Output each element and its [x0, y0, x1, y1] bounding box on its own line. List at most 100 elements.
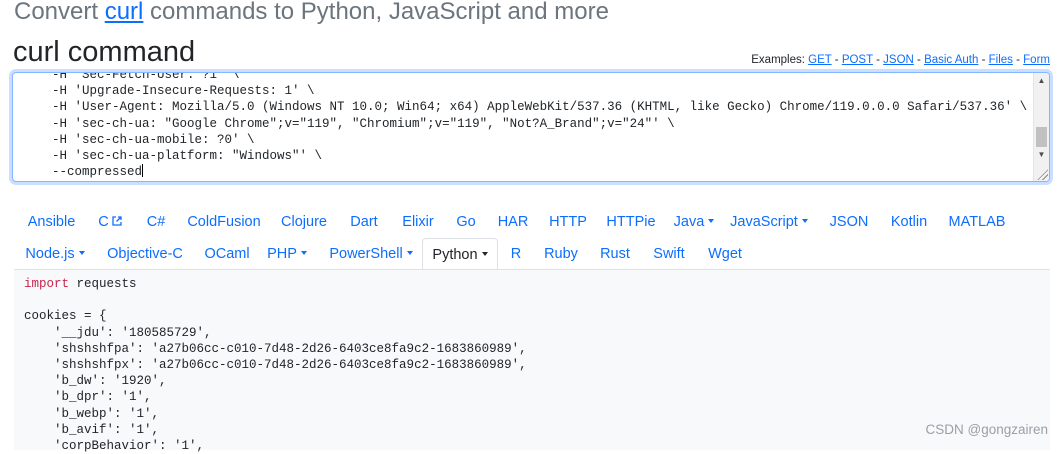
generated-code: import requests cookies = { '__jdu': '18… [24, 276, 527, 454]
code-line: '__jdu': '180585729', [24, 325, 212, 340]
code-line: 'shshshfpa': 'a27b06cc-c010-7d48-2d26-64… [24, 341, 527, 356]
tab-har[interactable]: HAR [488, 206, 538, 238]
example-files-link[interactable]: Files [989, 54, 1013, 66]
tab-label: Java [673, 214, 705, 230]
scroll-down-arrow-icon[interactable]: ▼ [1034, 147, 1049, 162]
tab-http[interactable]: HTTP [540, 206, 596, 238]
tab-label: C [98, 214, 109, 230]
external-link-icon [112, 216, 122, 226]
curl-command-input[interactable]: -H 'Sec-Fetch-User: ?1' \ -H 'Upgrade-In… [12, 72, 1050, 182]
code-line: 'b_avif': '1', [24, 422, 160, 437]
tab-label: JSON [829, 214, 869, 230]
code-line: 'b_webp': '1', [24, 406, 160, 421]
tab-label: OCaml [204, 246, 250, 262]
tab-label: Ruby [544, 246, 578, 262]
tab-label: Swift [653, 246, 685, 262]
code-line: 'corpBehavior': '1', [24, 439, 205, 454]
dropdown-caret-icon [481, 252, 488, 256]
curl-line: -H 'sec-ch-ua-platform: "Windows"' \ [37, 149, 323, 164]
code-keyword: import [24, 277, 70, 291]
code-line: cookies = { [24, 309, 107, 324]
curl-line: --compressed [37, 165, 143, 180]
generated-code-panel: import requests cookies = { '__jdu': '18… [14, 269, 1050, 453]
tab-ruby[interactable]: Ruby [536, 238, 586, 270]
tab-label: Go [456, 214, 476, 230]
code-text: requests [69, 277, 137, 291]
tab-dart[interactable]: Dart [338, 206, 390, 238]
example-form-link[interactable]: Form [1023, 54, 1050, 66]
tab-csharp[interactable]: C# [135, 206, 177, 238]
tab-matlab[interactable]: MATLAB [940, 206, 1014, 238]
tab-label: Clojure [281, 214, 327, 230]
curl-command-text[interactable]: -H 'Sec-Fetch-User: ?1' \ -H 'Upgrade-In… [37, 72, 1029, 180]
tab-elixir[interactable]: Elixir [392, 206, 444, 238]
curl-line: -H 'Upgrade-Insecure-Requests: 1' \ [37, 84, 315, 99]
example-post-link[interactable]: POST [842, 54, 873, 66]
tab-label: ColdFusion [187, 214, 261, 230]
scrollbar-thumb[interactable] [1036, 127, 1047, 147]
tab-label: MATLAB [948, 214, 1006, 230]
tab-c[interactable]: C [90, 206, 130, 238]
tab-ansible[interactable]: Ansible [14, 206, 89, 238]
tab-label: R [510, 246, 522, 262]
tab-javascript[interactable]: JavaScript [724, 206, 814, 238]
tab-label: Wget [708, 246, 742, 262]
tab-label: Ansible [27, 214, 76, 230]
tab-java[interactable]: Java [666, 206, 722, 238]
heading-suffix: commands to Python, JavaScript and more [143, 0, 609, 25]
section-title: curl command [13, 36, 196, 68]
tab-kotlin[interactable]: Kotlin [880, 206, 938, 238]
tab-label: C# [146, 214, 166, 230]
dropdown-caret-icon [78, 251, 85, 255]
dropdown-caret-icon [801, 219, 808, 223]
tab-label: HAR [497, 214, 529, 230]
tab-go[interactable]: Go [446, 206, 486, 238]
tab-label: Elixir [402, 214, 434, 230]
tab-php[interactable]: PHP [260, 238, 314, 270]
tab-r[interactable]: R [502, 238, 530, 270]
dropdown-caret-icon [406, 251, 413, 255]
tab-label: HTTPie [606, 214, 656, 230]
tab-label: Python [432, 247, 478, 263]
tab-swift[interactable]: Swift [644, 238, 694, 270]
tab-objective-c[interactable]: Objective-C [98, 238, 192, 270]
tab-json[interactable]: JSON [820, 206, 878, 238]
tab-label: JavaScript [730, 214, 798, 230]
page-heading: Convert curl commands to Python, JavaScr… [14, 0, 609, 26]
curl-line: -H 'Sec-Fetch-User: ?1' \ [37, 72, 240, 82]
tab-label: PowerShell [329, 246, 403, 262]
tab-nodejs[interactable]: Node.js [14, 238, 96, 270]
dropdown-caret-icon [708, 219, 715, 223]
curl-link[interactable]: curl [105, 0, 144, 25]
curl-line: -H 'sec-ch-ua: "Google Chrome";v="119", … [37, 116, 675, 131]
tab-ocaml[interactable]: OCaml [196, 238, 258, 270]
tab-label: Node.js [25, 246, 75, 262]
watermark-text: CSDN @gongzairen [925, 422, 1048, 437]
example-get-link[interactable]: GET [808, 54, 831, 66]
tab-label: PHP [267, 246, 297, 262]
curl-line: -H 'sec-ch-ua-mobile: ?0' \ [37, 132, 255, 147]
scroll-up-arrow-icon[interactable]: ▲ [1034, 73, 1049, 88]
examples-label: Examples: [751, 54, 809, 66]
tab-label: Dart [350, 214, 378, 230]
example-json-link[interactable]: JSON [883, 54, 914, 66]
example-basic-auth-link[interactable]: Basic Auth [924, 54, 978, 66]
resize-grip-icon[interactable] [1036, 168, 1048, 180]
curl-line: -H 'User-Agent: Mozilla/5.0 (Windows NT … [37, 100, 1028, 115]
tab-label: Objective-C [107, 246, 183, 262]
examples-bar: Examples: GET - POST - JSON - Basic Auth… [751, 54, 1050, 66]
tab-httpie[interactable]: HTTPie [598, 206, 664, 238]
vertical-scrollbar[interactable]: ▲ ▼ [1033, 73, 1049, 181]
code-line: 'shshshfpx': 'a27b06cc-c010-7d48-2d26-64… [24, 358, 527, 373]
tab-powershell[interactable]: PowerShell [318, 238, 424, 270]
tab-rust[interactable]: Rust [592, 238, 638, 270]
tab-label: Kotlin [890, 214, 928, 230]
tab-label: Rust [600, 246, 630, 262]
text-cursor [142, 164, 144, 178]
tab-wget[interactable]: Wget [700, 238, 750, 270]
tab-clojure[interactable]: Clojure [272, 206, 336, 238]
tab-python[interactable]: Python [422, 238, 498, 272]
dropdown-caret-icon [300, 251, 307, 255]
tab-label: HTTP [549, 214, 587, 230]
tab-coldfusion[interactable]: ColdFusion [178, 206, 270, 238]
